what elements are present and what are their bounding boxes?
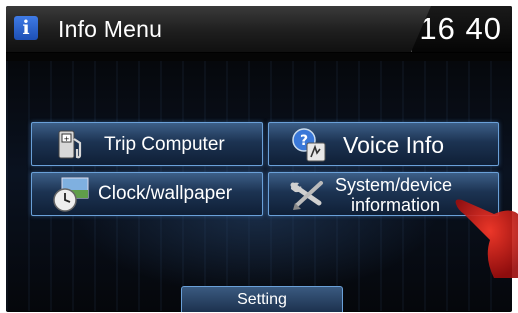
voice-info-label: Voice Info — [343, 132, 445, 158]
page-title: Info Menu — [58, 16, 163, 42]
clock-icon — [53, 177, 89, 212]
setting-tab[interactable]: Setting — [181, 286, 343, 312]
header-bar: i Info Menu 16 40 — [6, 6, 512, 53]
pointing-finger-icon — [455, 199, 518, 278]
trip-computer-label: Trip Computer — [104, 134, 225, 155]
system-device-label-line2: information — [351, 195, 441, 215]
svg-text:+: + — [64, 135, 70, 143]
fuel-pump-icon: + — [58, 130, 82, 159]
trip-computer-button[interactable]: + Trip Computer — [31, 122, 263, 166]
clock-wallpaper-label: Clock/wallpaper — [98, 183, 233, 204]
system-device-label-line1: System/device — [335, 175, 453, 195]
clock-panel: 16 40 — [411, 6, 512, 52]
clock-wallpaper-button[interactable]: Clock/wallpaper — [31, 172, 263, 216]
clock-display: 16 40 — [419, 11, 502, 46]
nav-screen: i Info Menu 16 40 + Trip Computer ? Voic… — [6, 6, 512, 312]
voice-info-button[interactable]: ? Voice Info — [268, 122, 499, 166]
wrench-screwdriver-icon — [290, 181, 323, 210]
info-icon: i — [14, 16, 38, 40]
voice-help-icon: ? — [292, 128, 326, 162]
